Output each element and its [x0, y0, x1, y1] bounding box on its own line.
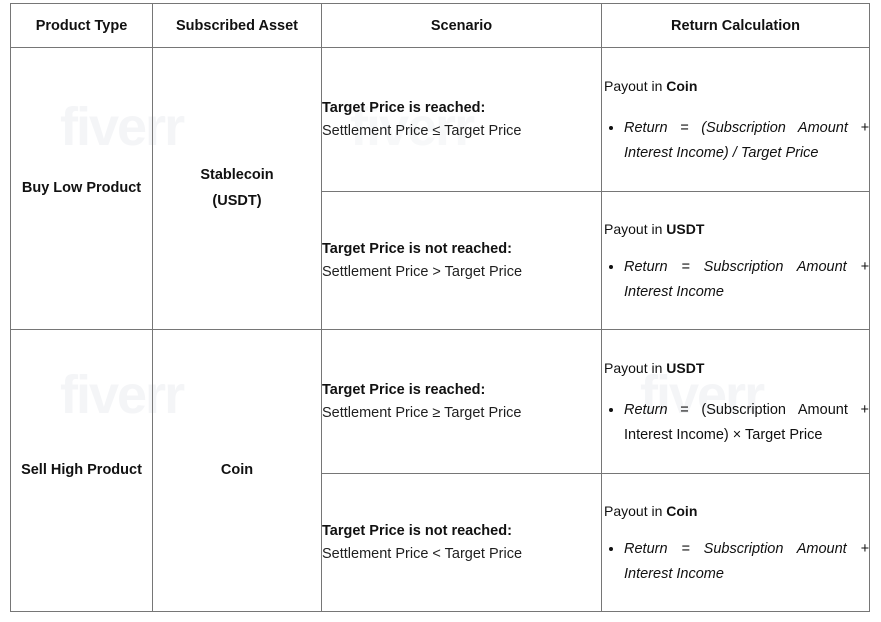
- cell-product-type-sell-high: Sell High Product: [10, 328, 153, 613]
- payout-prefix: Payout in: [604, 78, 667, 95]
- product-type-line-2: Product: [87, 462, 142, 479]
- formula-list: Return = (Subscription Amount + Interest…: [602, 398, 869, 447]
- cell-scenario-sellhigh-reached: Target Price is reached: Settlement Pric…: [321, 328, 602, 475]
- scenario-title: Target Price is reached:: [322, 382, 486, 399]
- cell-return-sellhigh-not-reached: Payout in Coin Return = Subscription Amo…: [601, 473, 870, 612]
- column-header-scenario: Scenario: [321, 3, 602, 48]
- payout-asset: USDT: [666, 221, 705, 238]
- table-header-row: Product Type Subscribed Asset Scenario R…: [10, 3, 870, 48]
- scenario-title: Target Price is not reached:: [322, 523, 512, 540]
- asset-ticker: (USDT): [212, 193, 262, 210]
- formula-term: Return: [624, 402, 668, 419]
- scenario-condition: Settlement Price ≥ Target Price: [322, 405, 522, 422]
- formula-list: Return = Subscription Amount + Interest …: [602, 255, 869, 304]
- asset-name: Stablecoin: [200, 166, 274, 183]
- payout-line: Payout in USDT: [604, 221, 869, 237]
- return-calculation-table: Product Type Subscribed Asset Scenario R…: [10, 3, 870, 613]
- column-header-product-type: Product Type: [10, 3, 153, 48]
- payout-asset: Coin: [666, 78, 698, 95]
- formula-item: Return = Subscription Amount + Interest …: [624, 255, 869, 304]
- cell-return-buylow-not-reached: Payout in USDT Return = Subscription Amo…: [601, 191, 870, 330]
- scenario-title: Target Price is not reached:: [322, 241, 512, 258]
- payout-line: Payout in Coin: [604, 503, 869, 519]
- formula-list: Return = Subscription Amount + Interest …: [602, 537, 869, 586]
- formula-item: Return = (Subscription Amount + Interest…: [624, 398, 869, 447]
- formula-item: Return = (Subscription Amount + Interest…: [624, 116, 869, 165]
- scenario-condition: Settlement Price ≤ Target Price: [322, 123, 522, 140]
- cell-return-buylow-reached: Payout in Coin Return = (Subscription Am…: [601, 46, 870, 193]
- cell-subscribed-asset-coin: Coin: [152, 328, 322, 613]
- cell-scenario-buylow-not-reached: Target Price is not reached: Settlement …: [321, 191, 602, 330]
- table-row: Sell High Product Coin Target Price is r…: [10, 328, 870, 613]
- payout-asset: Coin: [666, 503, 698, 520]
- table-row: Buy Low Product Stablecoin (USDT) Target…: [10, 46, 870, 330]
- payout-prefix: Payout in: [604, 360, 667, 377]
- cell-product-type-buy-low: Buy Low Product: [10, 47, 153, 330]
- return-calculation-table-container: Product Type Subscribed Asset Scenario R…: [10, 3, 870, 613]
- cell-return-sellhigh-reached: Payout in USDT Return = (Subscription Am…: [601, 328, 870, 475]
- scenario-condition: Settlement Price < Target Price: [322, 546, 523, 563]
- product-type-line-1: Sell High: [21, 462, 84, 479]
- formula-list: Return = (Subscription Amount + Interest…: [602, 116, 869, 165]
- column-header-return-calculation: Return Calculation: [601, 3, 870, 48]
- cell-subscribed-asset-stablecoin: Stablecoin (USDT): [152, 47, 322, 330]
- payout-line: Payout in Coin: [604, 78, 869, 94]
- scenario-condition: Settlement Price > Target Price: [322, 264, 523, 281]
- payout-line: Payout in USDT: [604, 360, 869, 376]
- payout-prefix: Payout in: [604, 221, 667, 238]
- cell-scenario-sellhigh-not-reached: Target Price is not reached: Settlement …: [321, 473, 602, 612]
- cell-scenario-buylow-reached: Target Price is reached: Settlement Pric…: [321, 46, 602, 193]
- payout-asset: USDT: [666, 360, 705, 377]
- payout-prefix: Payout in: [604, 503, 667, 520]
- scenario-title: Target Price is reached:: [322, 100, 486, 117]
- column-header-subscribed-asset: Subscribed Asset: [152, 3, 322, 48]
- formula-item: Return = Subscription Amount + Interest …: [624, 537, 869, 586]
